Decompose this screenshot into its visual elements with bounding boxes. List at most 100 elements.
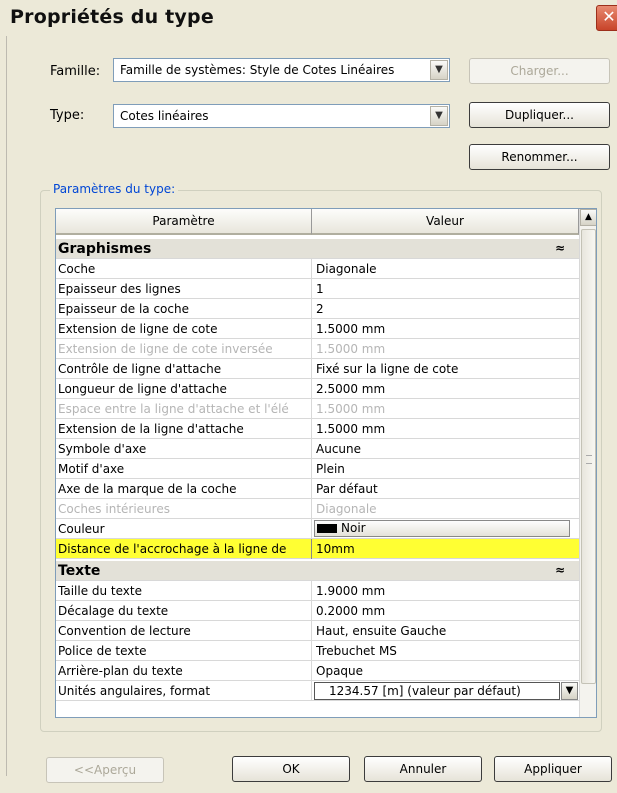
param-name: Taille du texte (58, 584, 142, 598)
param-name: Police de texte (58, 644, 147, 658)
table-row[interactable]: Symbole d'axe Aucune (56, 439, 579, 459)
table-row[interactable]: Décalage du texte 0.2000 mm (56, 601, 579, 621)
param-name: Espace entre la ligne d'attache et l'élé (58, 402, 289, 416)
param-name: Extension de ligne de cote (58, 322, 218, 336)
table-row[interactable]: Couleur Noir (56, 519, 579, 539)
color-swatch (317, 524, 337, 533)
table-row[interactable]: Longueur de ligne d'attache 2.5000 mm (56, 379, 579, 399)
table-row[interactable]: Axe de la marque de la coche Par défaut (56, 479, 579, 499)
ok-button[interactable]: OK (232, 756, 350, 782)
param-name: Convention de lecture (58, 624, 191, 638)
param-value[interactable]: Fixé sur la ligne de cote (316, 362, 574, 376)
type-parameters-label: Paramètres du type: (50, 182, 179, 196)
table-row: Espace entre la ligne d'attache et l'élé… (56, 399, 579, 419)
param-value[interactable]: Haut, ensuite Gauche (316, 624, 574, 638)
param-value[interactable]: 0.2000 mm (316, 604, 574, 618)
param-value: Diagonale (316, 502, 377, 516)
appliquer-button[interactable]: Appliquer (494, 756, 612, 782)
param-value[interactable]: Diagonale (316, 262, 574, 276)
close-icon: ✕ (602, 7, 616, 26)
param-name: Distance de l'accrochage à la ligne de (58, 542, 287, 556)
param-name: Contrôle de ligne d'attache (58, 362, 222, 376)
param-name: Unités angulaires, format (58, 684, 211, 698)
famille-value: Famille de systèmes: Style de Cotes Liné… (120, 63, 395, 77)
param-name: Coche (58, 262, 96, 276)
table-row[interactable]: Extension de ligne de cote 1.5000 mm (56, 319, 579, 339)
param-value: 1.5000 mm (316, 402, 386, 416)
collapse-icon[interactable]: ≈ (555, 241, 565, 255)
param-name: Longueur de ligne d'attache (58, 382, 227, 396)
table-row[interactable]: Arrière-plan du texte Opaque (56, 661, 579, 681)
chevron-down-icon[interactable]: ▼ (430, 60, 448, 80)
param-value: 1234.57 [m] (valeur par défaut) (329, 684, 521, 698)
param-name: Symbole d'axe (58, 442, 147, 456)
dupliquer-button[interactable]: Dupliquer... (469, 102, 610, 128)
param-value: Noir (341, 521, 366, 535)
param-value[interactable]: Aucune (316, 442, 574, 456)
chevron-down-icon[interactable]: ▼ (561, 682, 578, 700)
param-name: Décalage du texte (58, 604, 169, 618)
param-value[interactable]: 1.5000 mm (316, 322, 574, 336)
apercu-button[interactable]: <<Aperçu (46, 757, 164, 783)
param-name: Arrière-plan du texte (58, 664, 183, 678)
param-name: Epaisseur des lignes (58, 282, 181, 296)
column-header-value[interactable]: Valeur (312, 209, 579, 235)
group-header-texte[interactable]: Texte ≈ (56, 561, 579, 581)
renommer-button[interactable]: Renommer... (469, 144, 610, 170)
window-edge (6, 36, 7, 776)
famille-label: Famille: (50, 64, 101, 79)
parameters-grid: Paramètre Valeur Graphismes ≈ Coche Diago… (55, 208, 597, 718)
table-row-selected[interactable]: Distance de l'accrochage à la ligne de 10… (56, 539, 579, 559)
table-row[interactable]: Police de texte Trebuchet MS (56, 641, 579, 661)
scroll-thumb[interactable] (581, 229, 596, 684)
table-row[interactable]: Coche Diagonale (56, 259, 579, 279)
collapse-icon[interactable]: ≈ (555, 563, 565, 577)
table-row[interactable]: Motif d'axe Plein (56, 459, 579, 479)
group-name: Texte (58, 563, 101, 579)
table-row[interactable]: Epaisseur de la coche 2 (56, 299, 579, 319)
param-name: Couleur (58, 522, 105, 536)
table-row: Extension de ligne de cote inversée 1.500… (56, 339, 579, 359)
table-row[interactable]: Taille du texte 1.9000 mm (56, 581, 579, 601)
column-header-parameter[interactable]: Paramètre (56, 209, 312, 235)
table-row[interactable]: Epaisseur des lignes 1 (56, 279, 579, 299)
table-row[interactable]: Unités angulaires, format 1234.57 [m] (v… (56, 681, 596, 701)
param-value[interactable]: Trebuchet MS (316, 644, 574, 658)
scroll-up-icon[interactable]: ▲ (580, 209, 596, 226)
param-value[interactable]: Opaque (316, 664, 574, 678)
param-value[interactable]: 2.5000 mm (316, 382, 574, 396)
angular-units-dropdown[interactable]: 1234.57 [m] (valeur par défaut) (314, 682, 560, 700)
param-value-input[interactable]: 10mm (316, 542, 574, 556)
type-value: Cotes linéaires (120, 109, 209, 123)
param-value[interactable]: 1.5000 mm (316, 422, 574, 436)
type-properties-dialog: Propriétés du type ✕ Famille: Famille de… (0, 0, 617, 793)
table-row[interactable]: Contrôle de ligne d'attache Fixé sur la l… (56, 359, 579, 379)
param-value[interactable]: Plein (316, 462, 574, 476)
param-value[interactable]: 2 (316, 302, 574, 316)
annuler-button[interactable]: Annuler (364, 756, 482, 782)
window-title: Propriétés du type (10, 6, 214, 28)
charger-button[interactable]: Charger... (469, 58, 610, 84)
group-header-graphismes[interactable]: Graphismes ≈ (56, 239, 579, 259)
param-value[interactable]: Par défaut (316, 482, 574, 496)
group-name: Graphismes (58, 241, 152, 257)
vertical-scrollbar[interactable]: ▲ (579, 209, 596, 717)
param-name: Motif d'axe (58, 462, 125, 476)
famille-dropdown[interactable]: Famille de systèmes: Style de Cotes Liné… (113, 58, 450, 82)
param-value[interactable]: 1 (316, 282, 574, 296)
param-name: Extension de ligne de cote inversée (58, 342, 273, 356)
param-value: 1.5000 mm (316, 342, 386, 356)
type-dropdown[interactable]: Cotes linéaires ▼ (113, 104, 450, 128)
table-row[interactable]: Extension de la ligne d'attache 1.5000 mm (56, 419, 579, 439)
param-value[interactable]: 1.9000 mm (316, 584, 574, 598)
param-name: Coches intérieures (58, 502, 170, 516)
table-row[interactable]: Convention de lecture Haut, ensuite Gauch… (56, 621, 579, 641)
title-bar: Propriétés du type ✕ (0, 0, 617, 36)
grip-icon (586, 455, 592, 464)
close-button[interactable]: ✕ (596, 5, 617, 31)
type-label: Type: (50, 108, 85, 123)
table-row: Coches intérieures Diagonale (56, 499, 579, 519)
chevron-down-icon[interactable]: ▼ (430, 106, 448, 126)
param-name: Epaisseur de la coche (58, 302, 189, 316)
color-picker-button[interactable]: Noir (314, 520, 570, 537)
